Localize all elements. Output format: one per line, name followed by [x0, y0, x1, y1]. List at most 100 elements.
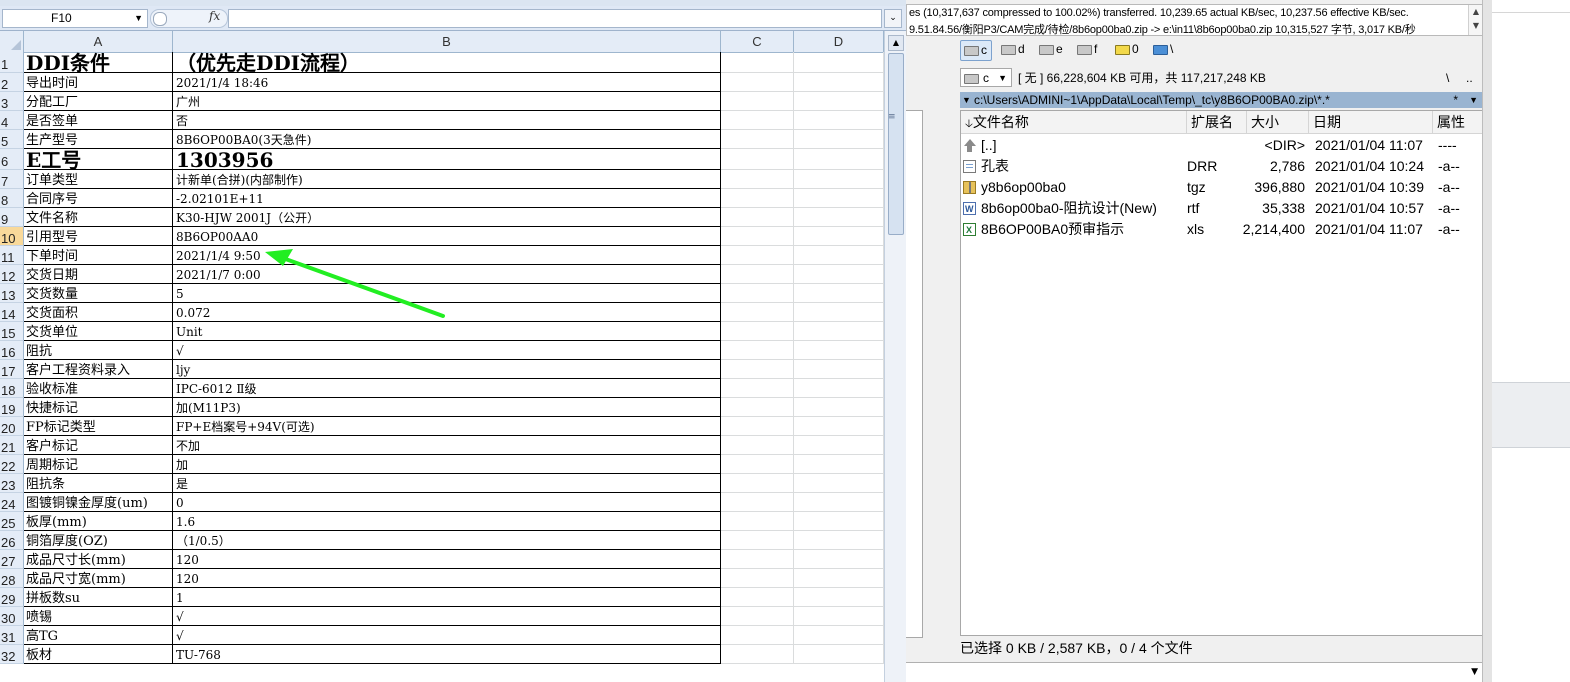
cell-empty[interactable] — [794, 417, 884, 436]
cell-empty[interactable] — [794, 227, 884, 246]
row-header[interactable]: 10 — [0, 227, 24, 246]
cell-field-label[interactable]: 分配工厂 — [24, 92, 173, 111]
drive-button-f[interactable]: f — [1074, 40, 1097, 59]
cell-field-label[interactable]: 验收标准 — [24, 379, 173, 398]
row-header[interactable]: 21 — [0, 436, 24, 455]
cell-empty[interactable] — [721, 645, 794, 664]
cell-field-label[interactable]: FP标记类型 — [24, 417, 173, 436]
cell-empty[interactable] — [721, 170, 794, 189]
cell-field-value[interactable]: FP+E档案号+94V(可选) — [173, 417, 721, 436]
cell-empty[interactable] — [721, 436, 794, 455]
cell-empty[interactable] — [721, 111, 794, 130]
cell-field-value[interactable]: √ — [173, 341, 721, 360]
name-box[interactable]: F10 ▼ — [2, 9, 148, 28]
sort-by-size-header[interactable]: 大小 — [1247, 111, 1309, 133]
cell-empty[interactable] — [721, 52, 794, 73]
cell-field-value[interactable]: 否 — [173, 111, 721, 130]
cell-field-label[interactable]: 成品尺寸长(mm) — [24, 550, 173, 569]
cell-empty[interactable] — [721, 322, 794, 341]
row-header[interactable]: 27 — [0, 550, 24, 569]
cell-empty[interactable] — [721, 227, 794, 246]
cell-empty[interactable] — [794, 92, 884, 111]
sort-by-ext-header[interactable]: 扩展名 — [1187, 111, 1247, 133]
row-header[interactable]: 24 — [0, 493, 24, 512]
row-header[interactable]: 11 — [0, 246, 24, 265]
cell-field-value[interactable]: IPC-6012 Ⅱ级 — [173, 379, 721, 398]
cell-empty[interactable] — [794, 303, 884, 322]
cell-empty[interactable] — [721, 626, 794, 645]
row-header[interactable]: 2 — [0, 73, 24, 92]
cell-empty[interactable] — [794, 111, 884, 130]
cell-empty[interactable] — [794, 531, 884, 550]
cell-empty[interactable] — [721, 455, 794, 474]
drive-button-c[interactable]: c — [960, 40, 992, 61]
root-button[interactable]: \ — [1446, 68, 1449, 88]
cell-field-value[interactable]: Unit — [173, 322, 721, 341]
cell-field-label[interactable]: 高TG — [24, 626, 173, 645]
cell-empty[interactable] — [721, 398, 794, 417]
cell-field-value[interactable]: √ — [173, 607, 721, 626]
cell-field-label[interactable]: 喷锡 — [24, 607, 173, 626]
cell-empty[interactable] — [794, 341, 884, 360]
scrollbar-thumb[interactable] — [888, 53, 904, 235]
cell-empty[interactable] — [794, 73, 884, 92]
command-line[interactable]: ▼ — [906, 662, 1492, 682]
column-header-d[interactable]: D — [794, 31, 884, 52]
cell-empty[interactable] — [794, 149, 884, 170]
cell-empty[interactable] — [721, 550, 794, 569]
cell-field-value[interactable]: （1/0.5） — [173, 531, 721, 550]
cell-empty[interactable] — [721, 149, 794, 170]
cell-field-value[interactable]: ljy — [173, 360, 721, 379]
cell-field-label[interactable]: 交货数量 — [24, 284, 173, 303]
log-scrollbar[interactable]: ▲ ▼ — [1468, 5, 1483, 35]
cell-field-value[interactable]: TU-768 — [173, 645, 721, 664]
row-header[interactable]: 7 — [0, 170, 24, 189]
cell-empty[interactable] — [794, 607, 884, 626]
cell-field-label[interactable]: 是否签单 — [24, 111, 173, 130]
row-header[interactable]: 8 — [0, 189, 24, 208]
cell-empty[interactable] — [794, 626, 884, 645]
column-header-c[interactable]: C — [721, 31, 794, 52]
cell-empty[interactable] — [794, 550, 884, 569]
cell-empty[interactable] — [794, 246, 884, 265]
scroll-up-icon[interactable]: ▲ — [888, 35, 904, 51]
row-header[interactable]: 23 — [0, 474, 24, 493]
cell-field-label[interactable]: 客户标记 — [24, 436, 173, 455]
cell-empty[interactable] — [794, 512, 884, 531]
cell-empty[interactable] — [721, 417, 794, 436]
cell-field-value[interactable]: K30-HJW 2001J（公开） — [173, 208, 721, 227]
expand-formula-bar-icon[interactable]: ⌄ — [884, 9, 902, 28]
select-all-corner[interactable] — [0, 31, 24, 52]
cell-empty[interactable] — [721, 474, 794, 493]
cell-empty[interactable] — [721, 130, 794, 149]
row-header[interactable]: 26 — [0, 531, 24, 550]
cell-empty[interactable] — [794, 474, 884, 493]
cell-empty[interactable] — [794, 588, 884, 607]
formula-input[interactable] — [228, 9, 882, 28]
cell-field-value[interactable]: -2.02101E+11 — [173, 189, 721, 208]
row-header[interactable]: 29 — [0, 588, 24, 607]
cell-empty[interactable] — [721, 284, 794, 303]
row-header[interactable]: 32 — [0, 645, 24, 664]
drive-button-cd[interactable]: 0 — [1112, 40, 1139, 59]
cell-field-value[interactable]: 1 — [173, 588, 721, 607]
cell-empty[interactable] — [794, 360, 884, 379]
cell-field-value[interactable]: 加 — [173, 455, 721, 474]
cell-field-value[interactable]: 8B6OP00BA0(3天急件) — [173, 130, 721, 149]
cell-field-label[interactable]: 阻抗 — [24, 341, 173, 360]
cell-field-value[interactable]: 8B6OP00AA0 — [173, 227, 721, 246]
cell-empty[interactable] — [794, 265, 884, 284]
cell-field-label[interactable]: DDI条件 — [24, 52, 173, 73]
sort-by-name-header[interactable]: 🡣文件名称 — [961, 111, 1187, 133]
cell-empty[interactable] — [794, 130, 884, 149]
file-row[interactable]: 8B6OP00BA0预审指示 xls 2,214,400 2021/01/04 11:… — [961, 219, 1483, 241]
row-header[interactable]: 6 — [0, 149, 24, 170]
cell-field-value[interactable]: 0 — [173, 493, 721, 512]
vertical-scrollbar[interactable]: ▲ ≡ — [884, 31, 906, 682]
current-path-bar[interactable]: ▼ c:\Users\ADMINI~1\AppData\Local\Temp\_… — [960, 92, 1484, 108]
drive-select[interactable]: c ▼ — [960, 68, 1012, 87]
row-header[interactable]: 13 — [0, 284, 24, 303]
filter-star[interactable]: * — [1453, 92, 1458, 108]
row-header[interactable]: 19 — [0, 398, 24, 417]
file-row[interactable]: [..] <DIR> 2021/01/04 11:07 ---- — [961, 135, 1483, 156]
